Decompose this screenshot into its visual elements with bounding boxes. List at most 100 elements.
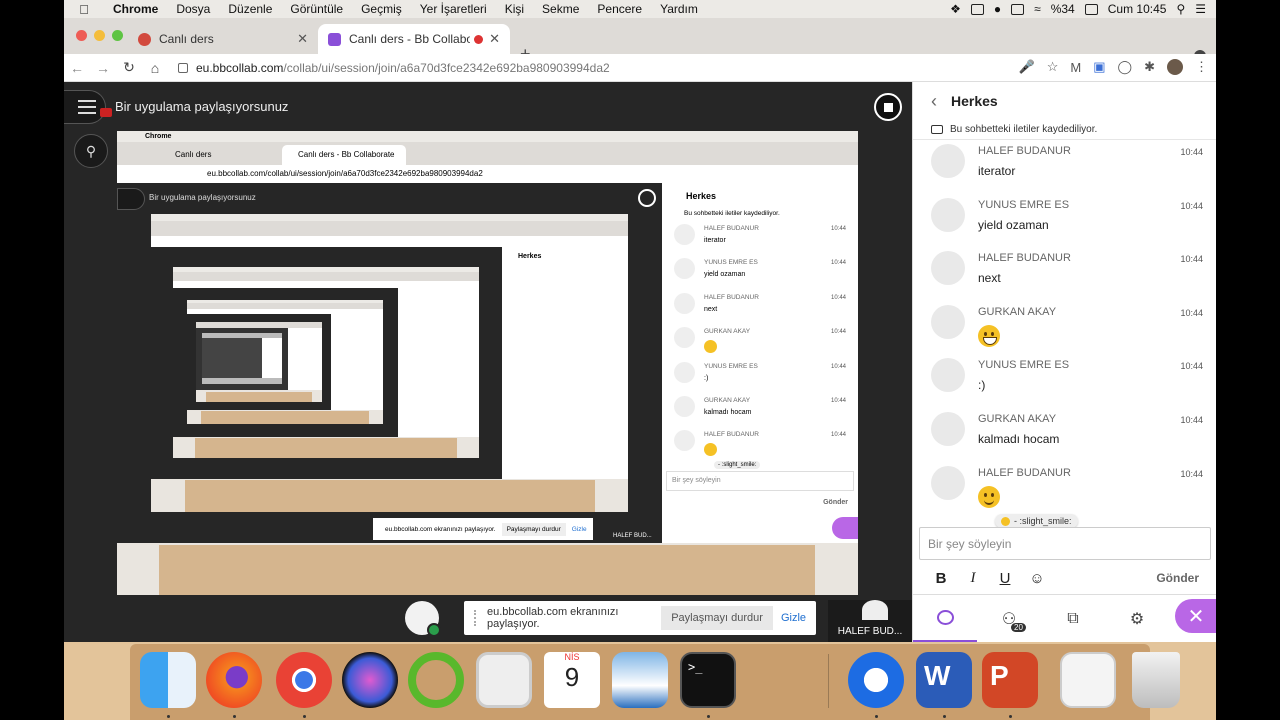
stop-sharing-bar-button[interactable]: Paylaşmayı durdur bbox=[661, 606, 773, 630]
menu-item-yardim[interactable]: Yardım bbox=[651, 2, 707, 16]
address-bar[interactable]: eu.bbcollab.com/collab/ui/session/join/a… bbox=[174, 56, 1054, 80]
extension-icon[interactable]: ◯ bbox=[1118, 59, 1133, 75]
globe-icon[interactable]: ● bbox=[994, 2, 1001, 16]
fit-screen-button[interactable]: ⚲ bbox=[74, 134, 108, 168]
tab-bb-collaborate[interactable]: Canlı ders - Bb Collaborate ✕ bbox=[318, 24, 510, 54]
microphone-icon[interactable]: 🎤 bbox=[1019, 59, 1035, 75]
back-icon[interactable]: ← bbox=[64, 60, 90, 76]
nested-presenter-tile: HALEF BUD... bbox=[613, 533, 652, 539]
bookmark-star-icon[interactable]: ☆ bbox=[1047, 59, 1059, 75]
slight-smile-emoji-icon[interactable] bbox=[978, 485, 1000, 508]
apple-menu-icon[interactable]:  bbox=[64, 2, 104, 17]
chrome-menu-icon[interactable]: ⋮ bbox=[1195, 59, 1208, 75]
menu-item-yer-isaretleri[interactable]: Yer İşaretleri bbox=[411, 2, 496, 16]
tab-favicon-icon bbox=[138, 32, 151, 46]
hide-sharing-bar-button[interactable]: Gizle bbox=[781, 612, 806, 624]
minimize-window-icon[interactable] bbox=[94, 30, 105, 41]
circle-app-icon[interactable] bbox=[408, 652, 464, 708]
tab-attendees[interactable]: ⚇ 20 bbox=[977, 595, 1041, 643]
underline-button[interactable]: U bbox=[989, 570, 1021, 587]
chat-message-list[interactable]: HALEF BUDANUR 10:44 iterator YUNUS EMRE … bbox=[913, 140, 1216, 521]
nested-send: Gönder bbox=[823, 499, 848, 506]
puzzle-extensions-icon[interactable]: ✱ bbox=[1144, 59, 1155, 75]
close-window-icon[interactable] bbox=[76, 30, 87, 41]
tab-canli-ders[interactable]: Canlı ders ✕ bbox=[128, 24, 318, 54]
tab-settings[interactable]: ⚙ bbox=[1105, 595, 1169, 643]
message-author: GURKAN AKAY bbox=[978, 412, 1057, 425]
menu-item-sekme[interactable]: Sekme bbox=[533, 2, 588, 16]
nested-msg: YUNUS EMRE ES 10:44:) bbox=[662, 359, 858, 393]
nested-msg: GURKAN AKAY 10:44 kalmadı hocam bbox=[662, 393, 858, 427]
trash-icon[interactable] bbox=[1132, 652, 1180, 708]
terminal-icon[interactable]: >_ bbox=[680, 652, 736, 708]
desktop-folder-icon[interactable] bbox=[1060, 652, 1116, 708]
spotlight-icon[interactable]: ⚲ bbox=[1176, 2, 1185, 16]
lock-icon[interactable] bbox=[178, 63, 188, 73]
session-menu-button[interactable] bbox=[64, 90, 106, 124]
presenter-name: HALEF BUD... bbox=[837, 626, 903, 637]
nested-menu-bar: Chrome bbox=[117, 131, 858, 142]
chat-input[interactable]: Bir şey söyleyin bbox=[919, 527, 1211, 560]
stop-sharing-button[interactable] bbox=[874, 93, 902, 121]
message-emoji bbox=[978, 324, 1000, 350]
tab-close-icon[interactable]: ✕ bbox=[297, 31, 308, 47]
preview-icon[interactable] bbox=[476, 652, 532, 708]
tab-title: Canlı ders - Bb Collaborate bbox=[349, 32, 471, 46]
siri-icon[interactable] bbox=[342, 652, 398, 708]
stop-icon bbox=[883, 102, 893, 112]
menu-item-gecmis[interactable]: Geçmiş bbox=[352, 2, 411, 16]
menu-app-name[interactable]: Chrome bbox=[104, 2, 167, 16]
message-author: HALEF BUDANUR bbox=[978, 466, 1071, 479]
chat-back-icon[interactable]: ‹ bbox=[931, 91, 937, 112]
forward-icon[interactable]: → bbox=[90, 60, 116, 76]
battery-percent[interactable]: %34 bbox=[1051, 2, 1075, 16]
firefox-icon[interactable] bbox=[206, 652, 262, 708]
control-center-icon[interactable]: ☰ bbox=[1195, 2, 1206, 16]
nested-chat-title: Herkes bbox=[686, 191, 717, 201]
close-icon: ✕ bbox=[1187, 605, 1205, 628]
menu-item-goruntule[interactable]: Görüntüle bbox=[281, 2, 352, 16]
gmail-icon[interactable]: M bbox=[1070, 60, 1081, 75]
message-text: :) bbox=[978, 378, 986, 393]
bold-button[interactable]: B bbox=[925, 570, 957, 587]
calendar-icon[interactable]: NİS 9 bbox=[544, 652, 600, 708]
menu-item-pencere[interactable]: Pencere bbox=[588, 2, 651, 16]
tab-chat[interactable] bbox=[913, 595, 977, 643]
drag-handle[interactable] bbox=[474, 610, 477, 626]
format-toolbar: B I U ☺ Gönder bbox=[913, 564, 1216, 592]
italic-button[interactable]: I bbox=[957, 570, 989, 587]
presenter-video-tile[interactable]: HALEF BUD... bbox=[828, 600, 912, 642]
battery-icon[interactable] bbox=[1084, 3, 1098, 15]
menu-item-duzenle[interactable]: Düzenle bbox=[219, 2, 281, 16]
screen-share-icon[interactable] bbox=[970, 3, 984, 15]
profile-avatar[interactable] bbox=[1167, 59, 1183, 75]
airplay-icon[interactable] bbox=[1011, 3, 1025, 15]
finder-icon[interactable] bbox=[140, 652, 196, 708]
zoom-window-icon[interactable] bbox=[112, 30, 123, 41]
powerpoint-icon[interactable]: P bbox=[982, 652, 1038, 708]
chrome-icon[interactable] bbox=[276, 652, 332, 708]
zoom-fit-icon: ⚲ bbox=[85, 143, 97, 159]
emoji-picker-icon[interactable]: ☺ bbox=[1021, 570, 1053, 587]
dropbox-icon[interactable]: ❖ bbox=[950, 2, 961, 16]
menu-item-dosya[interactable]: Dosya bbox=[167, 2, 219, 16]
shared-screen-preview: Chrome Canlı ders Canlı ders - Bb Collab… bbox=[117, 131, 858, 595]
tab-share-content[interactable]: ⧉ bbox=[1041, 595, 1105, 643]
word-icon[interactable]: W bbox=[916, 652, 972, 708]
menu-clock[interactable]: Cum 10:45 bbox=[1108, 2, 1167, 16]
photos-icon[interactable] bbox=[612, 652, 668, 708]
reload-icon[interactable]: ↻ bbox=[116, 59, 142, 76]
chat-panel: ‹ Herkes Bu sohbetteki iletiler kaydedil… bbox=[912, 82, 1216, 643]
message-time: 10:44 bbox=[1180, 307, 1203, 318]
wifi-icon[interactable]: ≈ bbox=[1034, 2, 1041, 16]
user-avatar bbox=[931, 197, 965, 232]
tab-close-icon[interactable]: ✕ bbox=[489, 31, 500, 47]
home-icon[interactable]: ⌂ bbox=[142, 60, 168, 76]
send-button[interactable]: Gönder bbox=[1156, 571, 1199, 585]
close-panel-button[interactable]: ✕ bbox=[1175, 599, 1216, 633]
nested-tab-active: Canlı ders - Bb Collaborate bbox=[282, 145, 406, 165]
running-indicator bbox=[707, 715, 710, 718]
translate-icon[interactable]: ▣ bbox=[1093, 59, 1105, 75]
teamviewer-icon[interactable] bbox=[848, 652, 904, 708]
menu-item-kisi[interactable]: Kişi bbox=[496, 2, 533, 16]
